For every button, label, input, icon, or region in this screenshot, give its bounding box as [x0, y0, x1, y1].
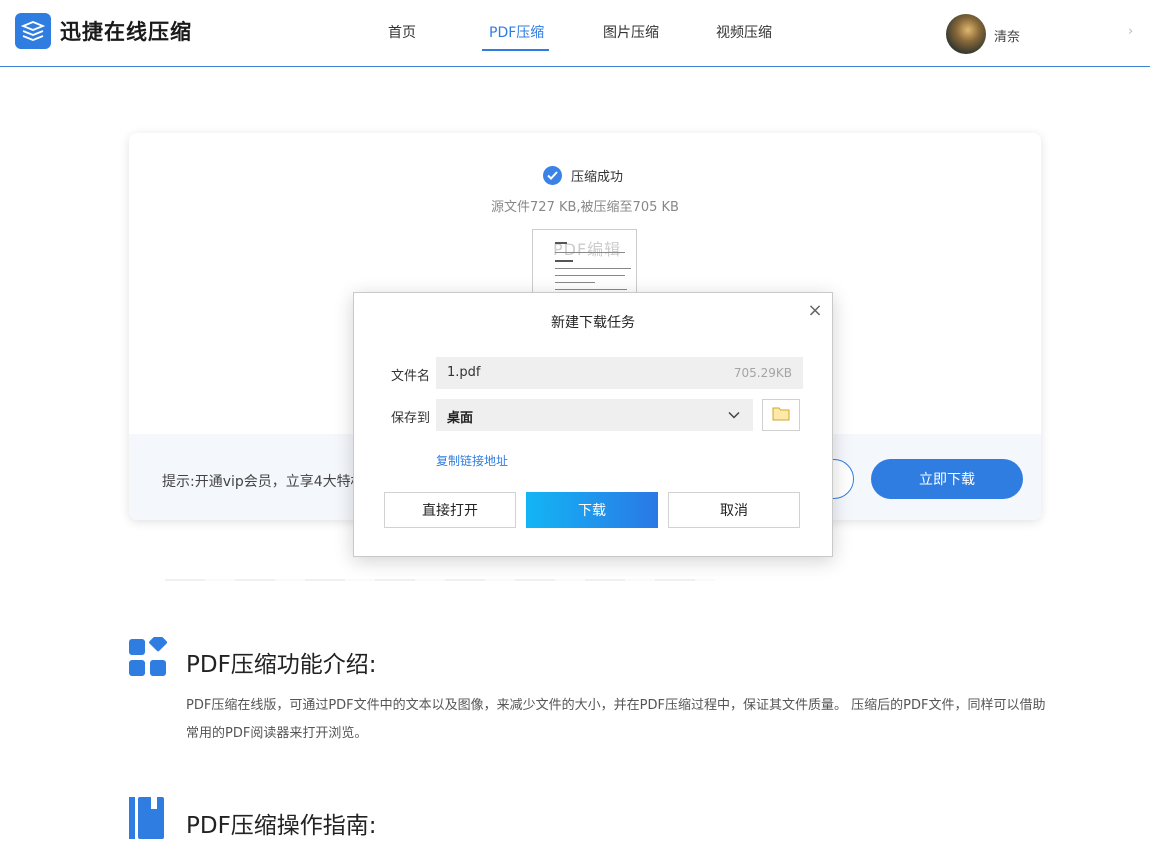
- logo-icon: [15, 13, 51, 49]
- save-location-label: 保存到: [391, 411, 431, 426]
- download-dialog: 新建下载任务 × 文件名 1.pdf 705.29KB 保存到 桌面 复制链接地…: [353, 292, 833, 557]
- pdf-thumbnail: PDF编辑: [532, 229, 637, 295]
- close-icon[interactable]: ×: [806, 302, 824, 320]
- cancel-button[interactable]: 取消: [668, 492, 800, 528]
- folder-icon: [772, 406, 790, 425]
- download-now-button[interactable]: 立即下载: [871, 459, 1023, 499]
- chevron-right-icon[interactable]: ›: [1128, 24, 1133, 39]
- nav-video-compress[interactable]: 视频压缩: [716, 22, 772, 42]
- divider: [165, 579, 715, 581]
- browse-folder-button[interactable]: [762, 399, 800, 431]
- nav-home[interactable]: 首页: [388, 22, 416, 42]
- filename-field[interactable]: 1.pdf 705.29KB: [436, 357, 803, 389]
- logo-text: 迅捷在线压缩: [60, 20, 192, 44]
- nav-image-compress[interactable]: 图片压缩: [603, 22, 659, 42]
- thumbnail-watermark: PDF编辑: [553, 240, 622, 259]
- copy-link-button[interactable]: 复制链接地址: [436, 452, 508, 469]
- compression-size-info: 源文件727 KB,被压缩至705 KB: [491, 200, 679, 215]
- guide-title: PDF压缩操作指南:: [186, 813, 377, 839]
- intro-body: PDF压缩在线版，可通过PDF文件中的文本以及图像，来减少文件的大小，并在PDF…: [186, 698, 1046, 741]
- success-status: 压缩成功: [543, 166, 623, 185]
- username[interactable]: 清奈: [994, 26, 1020, 45]
- dialog-title: 新建下载任务: [551, 315, 635, 331]
- book-icon: [129, 797, 165, 843]
- nav-active-indicator: [482, 49, 549, 51]
- vip-tip: 提示:开通vip会员，立享4大特权!: [162, 474, 371, 490]
- download-button[interactable]: 下载: [526, 492, 658, 528]
- save-location-select[interactable]: 桌面: [436, 399, 753, 431]
- chevron-down-icon[interactable]: [727, 407, 741, 426]
- filename-value[interactable]: 1.pdf: [447, 365, 480, 380]
- filename-label: 文件名: [391, 369, 431, 384]
- save-location-value: 桌面: [447, 411, 474, 426]
- site-header: 迅捷在线压缩 首页 PDF压缩 图片压缩 视频压缩 清奈 ›: [0, 0, 1150, 67]
- intro-title: PDF压缩功能介绍:: [186, 652, 377, 678]
- nav-pdf-compress[interactable]: PDF压缩: [489, 22, 544, 42]
- avatar[interactable]: [946, 14, 986, 54]
- success-text: 压缩成功: [571, 170, 624, 185]
- open-directly-button[interactable]: 直接打开: [384, 492, 516, 528]
- logo[interactable]: 迅捷在线压缩: [15, 13, 192, 49]
- apps-icon: [129, 633, 171, 681]
- file-size: 705.29KB: [733, 366, 792, 380]
- check-circle-icon: [543, 166, 562, 185]
